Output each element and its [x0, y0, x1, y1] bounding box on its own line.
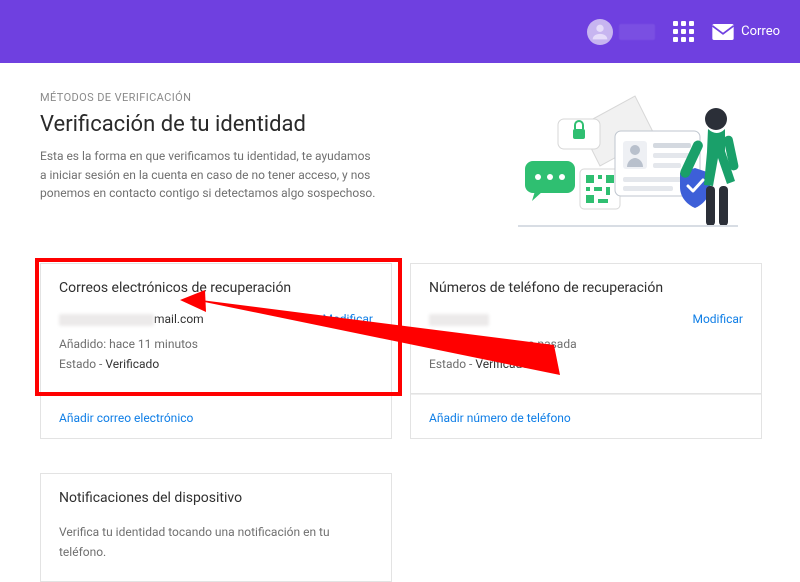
device-notifications-desc: Verifica tu identidad tocando una notifi…: [59, 522, 373, 563]
mail-icon: [712, 24, 734, 40]
phone-redacted: [429, 314, 489, 326]
page-title: Verificación de tu identidad: [40, 112, 460, 137]
top-bar: Correo: [0, 0, 800, 63]
phone-added-meta: Añadido: la semana pasada: [429, 334, 743, 354]
email-suffix: mail.com: [154, 312, 204, 326]
recovery-email-card: Correos electrónicos de recuperación mai…: [40, 263, 392, 394]
phone-status-meta: Estado - Verificado: [429, 354, 743, 374]
user-name-redacted: [619, 24, 655, 40]
header-section: MÉTODOS DE VERIFICACIÓN Verificación de …: [0, 63, 800, 241]
email-status-meta: Estado - Verificado: [59, 354, 373, 374]
recovery-email-value: mail.com: [59, 312, 204, 326]
modify-phone-link[interactable]: Modificar: [692, 312, 743, 326]
email-redacted: [59, 314, 154, 326]
add-phone-link[interactable]: Añadir número de teléfono: [429, 411, 571, 425]
modify-email-link[interactable]: Modificar: [322, 312, 373, 326]
device-notifications-title: Notificaciones del dispositivo: [59, 490, 373, 506]
user-menu[interactable]: [587, 19, 655, 45]
cards-grid: Correos electrónicos de recuperación mai…: [0, 263, 800, 582]
email-added-meta: Añadido: hace 11 minutos: [59, 334, 373, 354]
avatar-icon: [587, 19, 613, 45]
apps-grid-icon[interactable]: [673, 21, 694, 42]
identity-illustration: [480, 91, 740, 241]
recovery-phone-title: Números de teléfono de recuperación: [429, 280, 743, 296]
recovery-phone-card: Números de teléfono de recuperación Modi…: [410, 263, 762, 394]
recovery-phone-value: [429, 312, 489, 326]
add-email-link[interactable]: Añadir correo electrónico: [59, 411, 193, 425]
device-notifications-card: Notificaciones del dispositivo Verifica …: [40, 473, 392, 582]
page-description: Esta es la forma en que verificamos tu i…: [40, 147, 380, 203]
mail-button[interactable]: Correo: [712, 24, 780, 40]
mail-label: Correo: [741, 24, 780, 39]
recovery-email-title: Correos electrónicos de recuperación: [59, 280, 373, 296]
section-eyebrow: MÉTODOS DE VERIFICACIÓN: [40, 91, 460, 104]
